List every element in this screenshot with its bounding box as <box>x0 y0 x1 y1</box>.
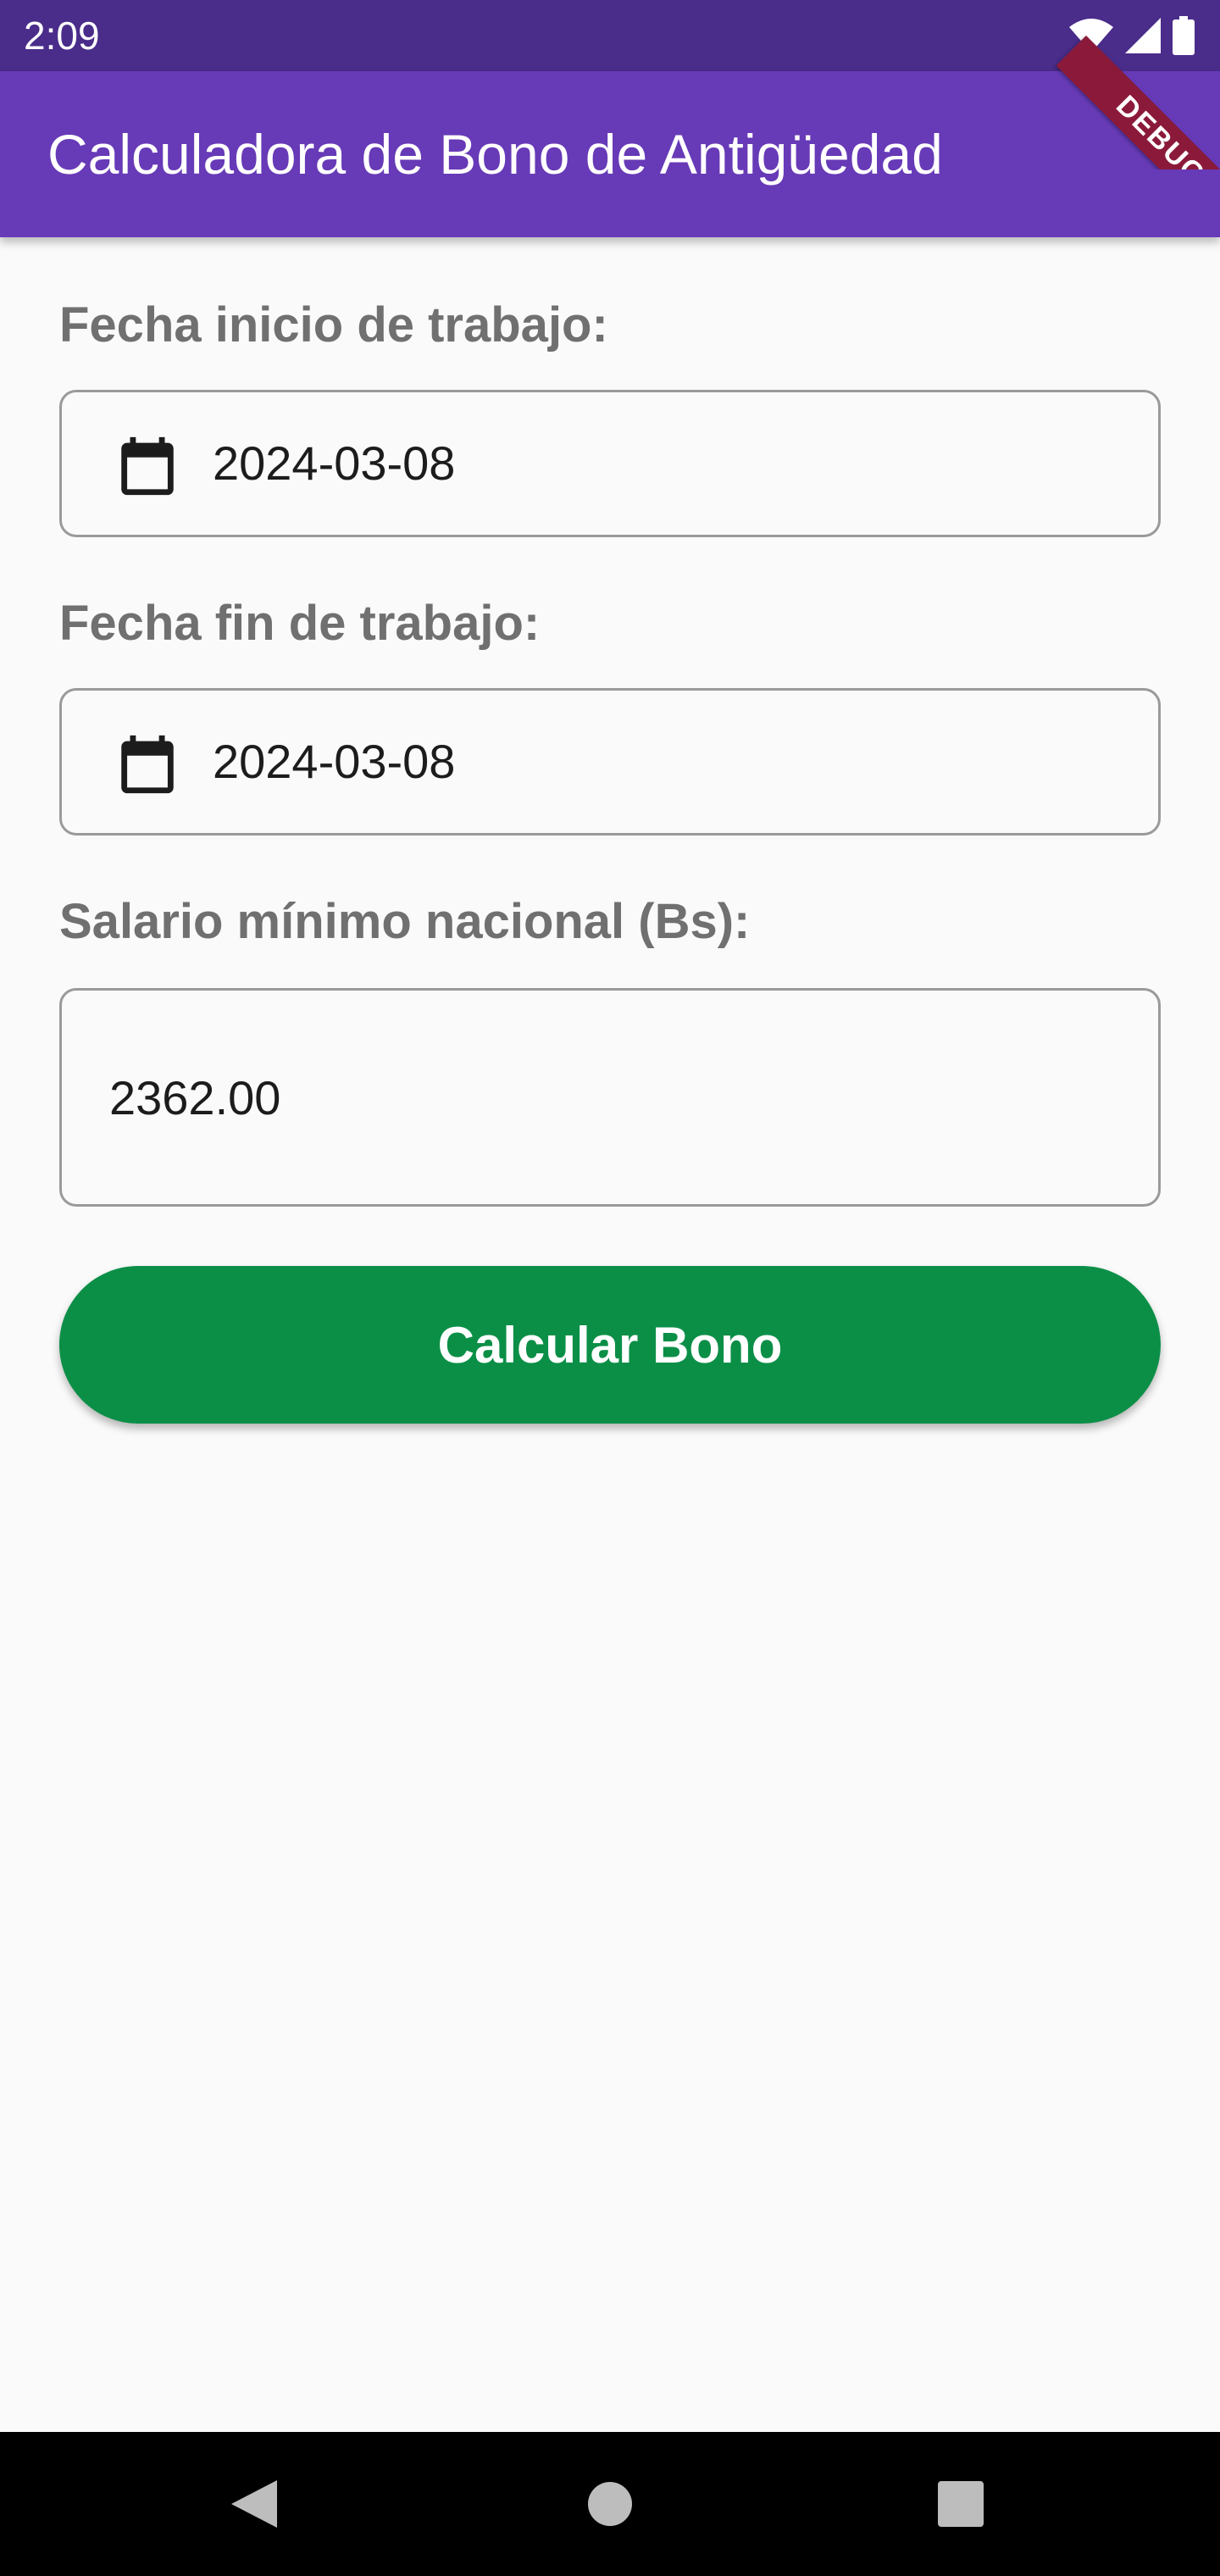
salary-label: Salario mínimo nacional (Bs): <box>59 894 751 949</box>
back-icon <box>231 2480 277 2528</box>
status-bar: 2:09 <box>0 0 1220 71</box>
back-button[interactable] <box>186 2432 322 2576</box>
salary-input[interactable] <box>109 991 1109 1204</box>
recents-button[interactable] <box>893 2432 1029 2576</box>
calendar-icon <box>121 735 174 794</box>
start-date-label: Fecha inicio de trabajo: <box>59 297 608 353</box>
page-title: Calculadora de Bono de Antigüedad <box>47 123 943 186</box>
app-bar: Calculadora de Bono de Antigüedad <box>0 71 1220 237</box>
salary-field[interactable] <box>59 988 1161 1207</box>
calendar-icon <box>121 436 174 496</box>
start-date-value: 2024-03-08 <box>213 436 456 490</box>
end-date-value: 2024-03-08 <box>213 735 456 788</box>
status-time: 2:09 <box>24 14 100 58</box>
wifi-icon <box>1069 19 1113 53</box>
signal-icon <box>1125 18 1161 53</box>
home-icon <box>588 2482 632 2526</box>
battery-icon <box>1173 16 1195 55</box>
home-button[interactable] <box>542 2432 678 2576</box>
end-date-label: Fecha fin de trabajo: <box>59 596 541 651</box>
navigation-bar <box>0 2432 1220 2576</box>
recents-icon <box>938 2481 984 2527</box>
end-date-field[interactable]: 2024-03-08 <box>59 688 1161 836</box>
calculate-bonus-button[interactable]: Calcular Bono <box>59 1266 1161 1424</box>
start-date-field[interactable]: 2024-03-08 <box>59 390 1161 537</box>
status-icons <box>1069 15 1195 56</box>
